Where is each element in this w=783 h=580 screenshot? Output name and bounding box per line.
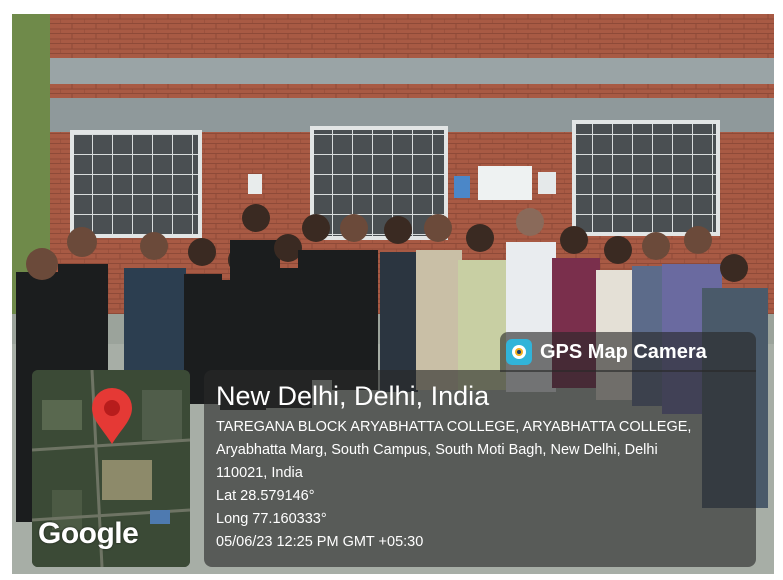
app-name: GPS Map Camera bbox=[540, 340, 707, 363]
address-line-2: Aryabhatta Marg, South Campus, South Mot… bbox=[216, 442, 658, 458]
place-title: New Delhi, Delhi, India bbox=[216, 381, 490, 411]
map-thumbnail: Google bbox=[32, 370, 190, 567]
photo-frame: Google GPS Map Camera New Delhi, Delhi, … bbox=[12, 14, 774, 574]
timestamp: 05/06/23 12:25 PM GMT +05:30 bbox=[216, 534, 424, 550]
address-line-3: 110021, India bbox=[216, 465, 303, 481]
address-line-1: TAREGANA BLOCK ARYABHATTA COLLEGE, ARYAB… bbox=[216, 419, 692, 435]
location-info-card: New Delhi, Delhi, India TAREGANA BLOCK A… bbox=[204, 370, 756, 567]
longitude: Long 77.160333° bbox=[216, 511, 327, 527]
app-badge: GPS Map Camera bbox=[500, 332, 756, 372]
google-logo: Google bbox=[38, 517, 139, 550]
location-pin-icon bbox=[92, 388, 132, 444]
latitude: Lat 28.579146° bbox=[216, 488, 315, 504]
camera-icon bbox=[506, 339, 532, 365]
